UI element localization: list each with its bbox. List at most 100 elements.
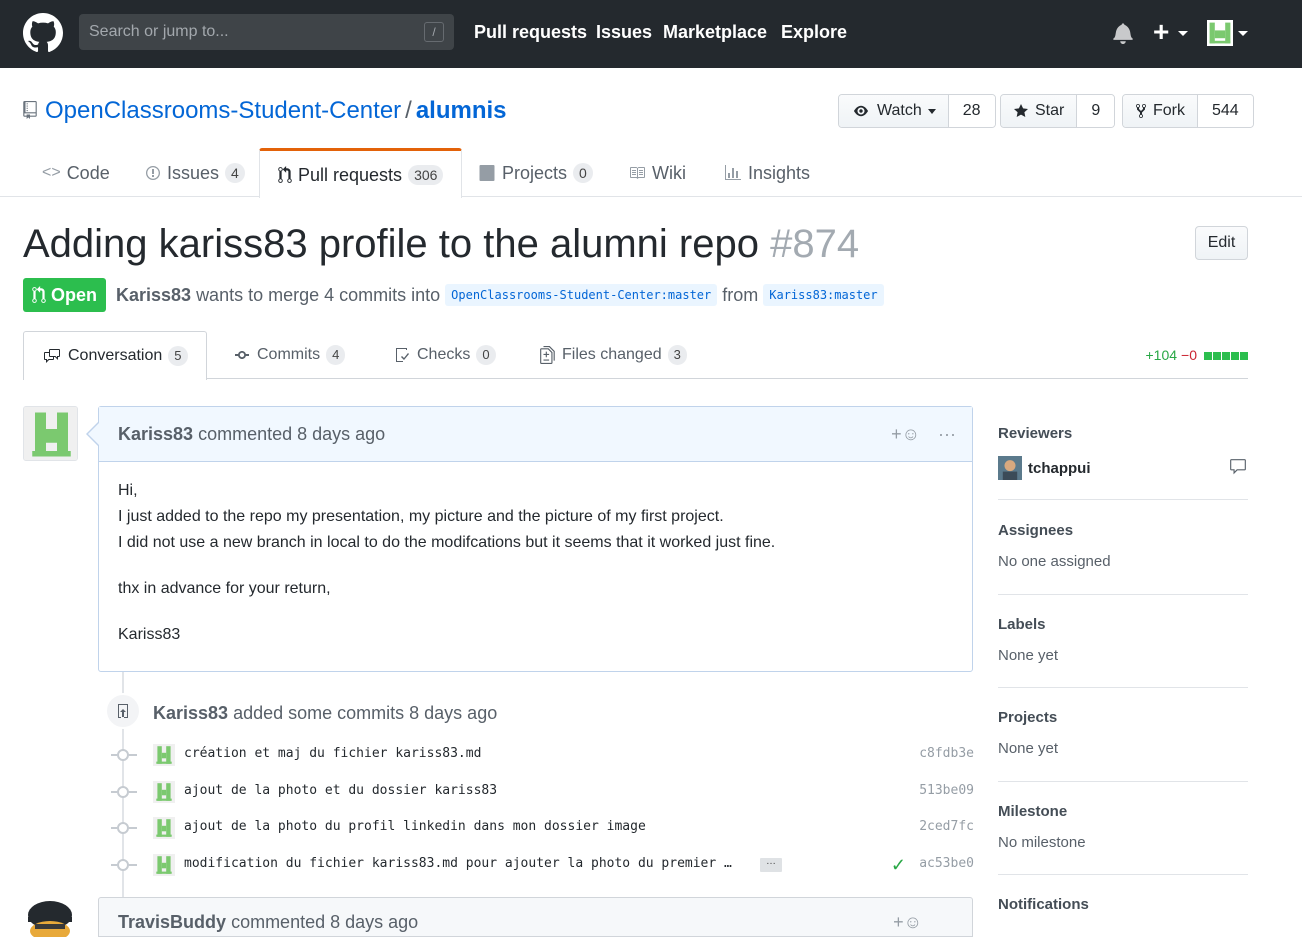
commit-event-author[interactable]: Kariss83 [153, 703, 228, 723]
commit-author-avatar[interactable] [153, 781, 175, 803]
commit-message-link[interactable]: modification du fichier kariss83.md pour… [184, 856, 732, 871]
nav-pull-requests[interactable]: Pull requests [474, 22, 587, 43]
tab-counter: 4 [225, 162, 245, 183]
commit-row: création et maj du fichier kariss83.md c… [111, 743, 974, 767]
chevron-down-icon [927, 108, 936, 114]
tab-label: Wiki [652, 162, 686, 183]
tab-commits[interactable]: Commits 4 [233, 331, 346, 379]
from-text: from [722, 284, 759, 305]
fork-button[interactable]: Fork [1123, 95, 1198, 127]
star-icon [1014, 104, 1028, 117]
watch-count[interactable]: 28 [948, 95, 995, 127]
star-button-group: Star 9 [1000, 94, 1116, 128]
identicon-avatar [24, 407, 77, 460]
tab-label: Projects [502, 162, 568, 183]
comment-author-link[interactable]: Kariss83 [118, 424, 193, 444]
base-branch[interactable]: OpenClassrooms-Student-Center:master [445, 284, 718, 306]
head-branch[interactable]: Kariss83:master [763, 284, 884, 306]
search-input[interactable]: Search or jump to... / [79, 14, 454, 50]
comment-line: I just added to the repo my presentation… [118, 508, 724, 525]
tab-counter: 4 [326, 345, 346, 365]
commit-author-avatar[interactable] [153, 854, 175, 876]
comment-author-avatar[interactable] [23, 406, 78, 461]
create-new-plus-icon[interactable]: + [1153, 16, 1169, 48]
fork-icon [1136, 103, 1146, 119]
add-reaction-button[interactable]: +☺ [891, 407, 920, 462]
timeline-badge [105, 693, 141, 729]
nav-explore[interactable]: Explore [781, 22, 847, 43]
commit-message-link[interactable]: ajout de la photo du profil linkedin dan… [184, 819, 646, 834]
repo-owner-link[interactable]: OpenClassrooms-Student-Center [45, 97, 401, 124]
diffstat-blocks [1203, 347, 1248, 363]
commit-sha-link[interactable]: 513be09 [919, 783, 974, 798]
repo-name-link[interactable]: alumnis [416, 97, 507, 124]
tab-label: Insights [748, 162, 811, 183]
star-label: Star [1035, 102, 1065, 119]
user-avatar[interactable] [1207, 20, 1233, 46]
sidebar-reviewers: Reviewers tchappui [998, 425, 1248, 480]
eye-icon [854, 105, 868, 117]
commit-author-avatar[interactable] [153, 744, 175, 766]
pr-state-label: Open [51, 285, 98, 305]
tab-code[interactable]: <> Code [42, 148, 110, 197]
tab-insights[interactable]: Insights [724, 148, 810, 197]
pr-state-badge: Open [23, 278, 106, 312]
github-logo-icon[interactable] [23, 13, 63, 53]
tab-conversation[interactable]: Conversation 5 [23, 331, 207, 380]
checklist-icon [396, 348, 409, 362]
add-reaction-button[interactable]: +☺ [893, 912, 922, 933]
tab-checks[interactable]: Checks 0 [393, 331, 496, 379]
assignees-heading[interactable]: Assignees [998, 522, 1248, 539]
labels-value: None yet [998, 647, 1059, 664]
projects-heading[interactable]: Projects [998, 709, 1248, 726]
labels-heading[interactable]: Labels [998, 616, 1248, 633]
reviewers-heading[interactable]: Reviewers [998, 425, 1248, 442]
repo-push-icon [118, 704, 128, 718]
project-icon [479, 164, 495, 181]
commit-message-link[interactable]: création et maj du fichier kariss83.md [184, 746, 481, 761]
git-pull-request-icon [278, 165, 292, 183]
star-count[interactable]: 9 [1077, 95, 1115, 127]
bell-icon[interactable] [1113, 22, 1133, 44]
travisbuddy-avatar[interactable] [23, 897, 78, 952]
tab-pull-requests[interactable]: Pull requests 306 [259, 148, 463, 198]
pr-number: #874 [770, 222, 860, 266]
reviewer-name[interactable]: tchappui [1028, 460, 1091, 477]
commit-sha-link[interactable]: ac53be0 [919, 856, 974, 871]
git-pull-request-icon [32, 286, 46, 303]
commit-author-avatar[interactable] [153, 817, 175, 839]
tab-projects[interactable]: Projects 0 [478, 148, 593, 197]
tab-counter: 5 [168, 346, 188, 366]
tab-counter: 0 [573, 162, 593, 183]
reviewer-avatar[interactable] [998, 456, 1022, 480]
check-icon[interactable]: ✓ [891, 855, 906, 876]
pr-meta: Kariss83 wants to merge 4 commits into O… [116, 284, 884, 306]
watch-button[interactable]: Watch [839, 95, 949, 127]
milestone-heading[interactable]: Milestone [998, 803, 1248, 820]
smiley-icon: ☺ [903, 912, 922, 932]
milestone-value: No milestone [998, 834, 1086, 851]
star-button[interactable]: Star [1001, 95, 1078, 127]
pr-author-link[interactable]: Kariss83 [116, 285, 191, 306]
tab-label: Commits [257, 346, 321, 363]
more-options-button[interactable]: ··· [938, 407, 956, 462]
assignees-value: No one assigned [998, 553, 1111, 570]
expand-commit-message-button[interactable]: … [760, 857, 782, 872]
nav-marketplace[interactable]: Marketplace [663, 22, 767, 43]
tab-wiki[interactable]: Wiki [628, 148, 686, 197]
watch-label: Watch [877, 102, 922, 119]
fork-count[interactable]: 544 [1198, 95, 1253, 127]
nav-issues[interactable]: Issues [596, 22, 652, 43]
commit-message-link[interactable]: ajout de la photo et du dossier kariss83 [184, 783, 497, 798]
commit-sha-link[interactable]: c8fdb3e [919, 746, 974, 761]
commit-sha-link[interactable]: 2ced7fc [919, 819, 974, 834]
pr-title-text: Adding kariss83 profile to the alumni re… [23, 222, 759, 266]
tab-issues[interactable]: Issues 4 [145, 148, 245, 197]
tab-files-changed[interactable]: Files changed 3 [540, 331, 687, 379]
sidebar-notifications: Notifications [998, 896, 1248, 913]
comment-author-link[interactable]: TravisBuddy [118, 912, 226, 932]
tab-label: Pull requests [298, 164, 403, 185]
edit-title-button[interactable]: Edit [1195, 226, 1248, 260]
fork-button-group: Fork 544 [1122, 94, 1254, 128]
sidebar-milestone: Milestone No milestone [998, 803, 1248, 851]
